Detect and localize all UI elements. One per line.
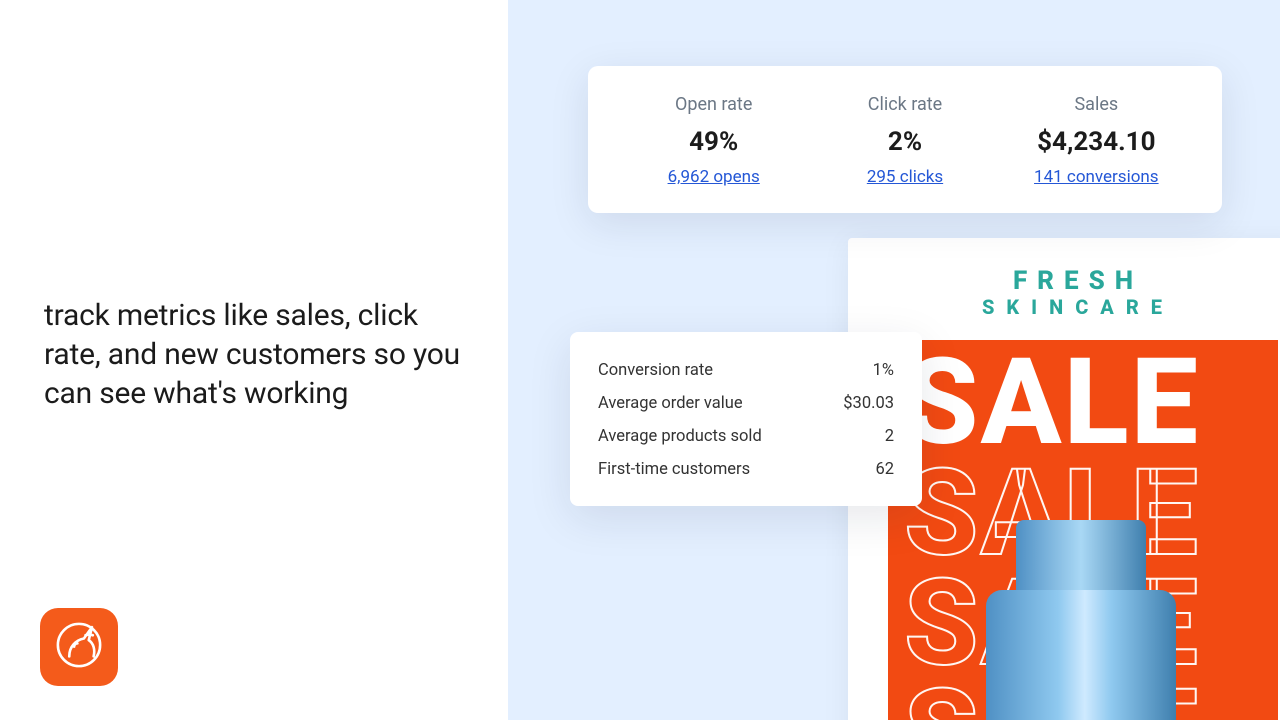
metric-label: Click rate <box>819 94 990 115</box>
detail-key: Average order value <box>598 394 743 413</box>
detail-key: Conversion rate <box>598 361 713 380</box>
detail-value: $30.03 <box>832 394 894 413</box>
metric-label: Open rate <box>628 94 799 115</box>
app-logo <box>40 608 118 686</box>
metric-value: 2% <box>819 127 990 157</box>
detail-row: Average order value $30.03 <box>598 387 894 420</box>
metric-click-rate: Click rate 2% 295 clicks <box>819 94 990 187</box>
product-tube-illustration <box>986 520 1176 720</box>
unicorn-icon <box>53 619 105 675</box>
detail-row: Conversion rate 1% <box>598 354 894 387</box>
detail-value: 1% <box>832 361 894 380</box>
right-panel: FRESH SKINCARE SALE SALE SALE SALE Open … <box>508 0 1280 720</box>
detail-row: First-time customers 62 <box>598 453 894 486</box>
metric-clicks-link[interactable]: 295 clicks <box>819 167 990 187</box>
detail-row: Average products sold 2 <box>598 420 894 453</box>
metric-value: 49% <box>628 127 799 157</box>
detail-stats-card: Conversion rate 1% Average order value $… <box>570 332 922 506</box>
sale-banner: SALE SALE SALE SALE <box>888 340 1278 720</box>
metric-value: $4,234.10 <box>1011 127 1182 157</box>
detail-key: Average products sold <box>598 427 762 446</box>
email-brand: FRESH SKINCARE <box>848 238 1280 340</box>
metric-label: Sales <box>1011 94 1182 115</box>
left-panel: track metrics like sales, click rate, an… <box>0 0 508 720</box>
detail-key: First-time customers <box>598 460 750 479</box>
metric-conversions-link[interactable]: 141 conversions <box>1011 167 1182 187</box>
metric-open-rate: Open rate 49% 6,962 opens <box>628 94 799 187</box>
metrics-card: Open rate 49% 6,962 opens Click rate 2% … <box>588 66 1222 213</box>
metric-sales: Sales $4,234.10 141 conversions <box>1011 94 1182 187</box>
metric-opens-link[interactable]: 6,962 opens <box>628 167 799 187</box>
detail-value: 2 <box>832 427 894 446</box>
brand-line-1: FRESH <box>848 268 1280 295</box>
brand-line-2: SKINCARE <box>848 297 1280 318</box>
detail-value: 62 <box>832 460 894 479</box>
sale-word: SALE <box>904 348 1200 458</box>
headline-text: track metrics like sales, click rate, an… <box>44 296 464 413</box>
